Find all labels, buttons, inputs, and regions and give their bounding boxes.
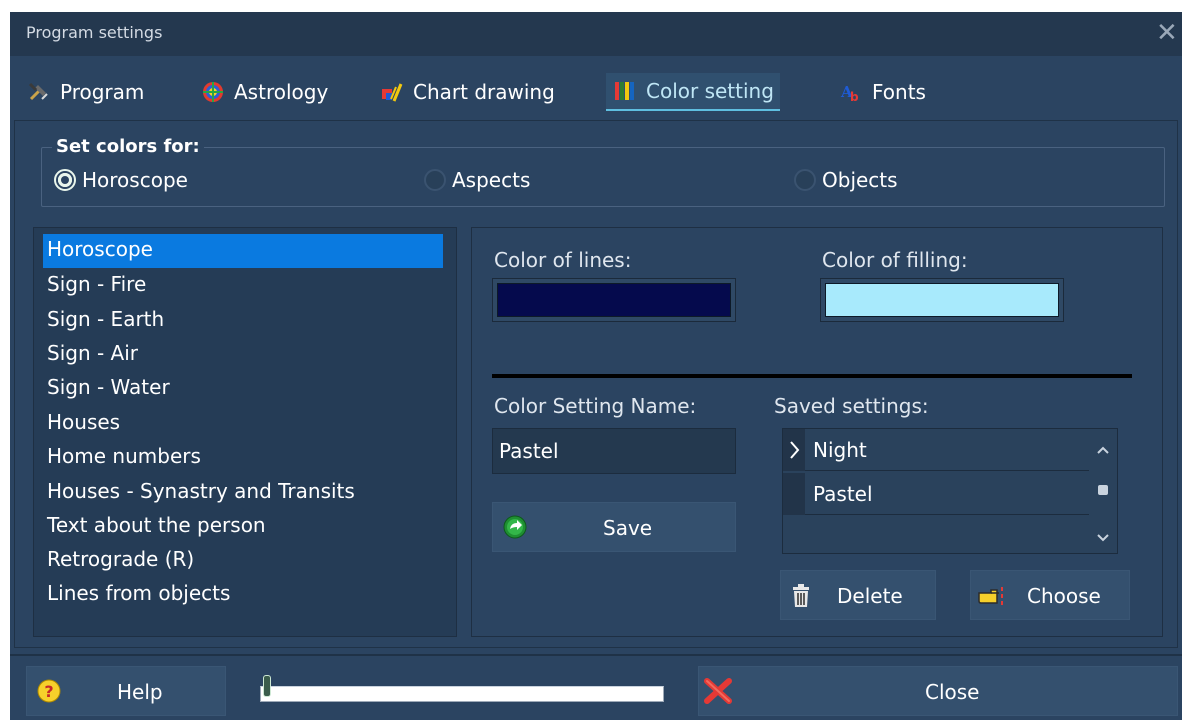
saved-settings-grid[interactable]: Night Pastel (782, 428, 1118, 554)
scroll-down-icon[interactable] (1095, 529, 1111, 548)
program-settings-window: Program settings ✕ Program Astrology Cha… (10, 12, 1182, 720)
list-item[interactable]: Horoscope (43, 234, 443, 268)
radio-horoscope[interactable]: Horoscope (54, 168, 188, 192)
delete-label: Delete (837, 584, 903, 608)
pointing-hand-icon (977, 585, 1007, 612)
color-detail-panel: Color of lines: Color of filling: Color … (471, 227, 1163, 637)
radio-indicator (54, 169, 76, 191)
tab-astrology[interactable]: Astrology (202, 73, 328, 111)
tab-color-setting[interactable]: Color setting (606, 73, 780, 111)
tab-fonts[interactable]: Ab Fonts (840, 73, 926, 111)
title-bar: Program settings ✕ (10, 12, 1182, 56)
zodiac-wheel-icon (202, 81, 224, 103)
saved-settings-scrollbar[interactable] (1089, 429, 1117, 553)
svg-text:b: b (850, 90, 859, 103)
saved-row[interactable]: Pastel (783, 473, 1089, 515)
tab-label: Program (60, 80, 145, 104)
color-of-filling-label: Color of filling: (822, 248, 968, 272)
tab-label: Fonts (872, 80, 926, 104)
radio-aspects[interactable]: Aspects (424, 168, 530, 192)
close-button[interactable]: Close (698, 666, 1178, 716)
footer-bar: ? Help Close (10, 654, 1182, 720)
paint-icon (381, 81, 403, 103)
saved-row-name: Pastel (813, 482, 873, 506)
tab-program[interactable]: Program (28, 73, 144, 111)
close-label: Close (925, 680, 980, 704)
color-of-filling-picker[interactable] (820, 278, 1064, 322)
help-label: Help (117, 680, 163, 704)
color-of-lines-picker[interactable] (492, 278, 736, 322)
help-button[interactable]: ? Help (26, 666, 226, 716)
save-button[interactable]: Save (492, 502, 736, 552)
delete-button[interactable]: Delete (780, 570, 936, 620)
radio-label: Objects (822, 168, 898, 192)
list-item[interactable]: Retrograde (R) (43, 544, 443, 578)
saved-row-name: Night (813, 438, 867, 462)
scroll-thumb[interactable] (1098, 485, 1108, 495)
current-row-indicator (783, 429, 805, 471)
list-item[interactable]: Sign - Water (43, 372, 443, 406)
list-item[interactable]: Houses (43, 407, 443, 441)
saved-row[interactable]: Night (783, 429, 1089, 471)
color-setting-page: Set colors for: Horoscope Aspects Object… (14, 120, 1178, 648)
trash-icon (791, 584, 811, 613)
choose-button[interactable]: Choose (970, 570, 1130, 620)
list-item[interactable]: Sign - Fire (43, 269, 443, 303)
set-colors-group: Set colors for: Horoscope Aspects Object… (41, 136, 1165, 207)
list-item[interactable]: Sign - Air (43, 338, 443, 372)
list-item[interactable]: Sign - Earth (43, 304, 443, 338)
progress-bar (260, 675, 664, 702)
tab-chart-drawing[interactable]: Chart drawing (381, 73, 555, 111)
divider (492, 374, 1132, 378)
radio-label: Aspects (452, 168, 531, 192)
svg-text:?: ? (44, 682, 53, 701)
list-item[interactable]: Home numbers (43, 441, 443, 475)
fonts-icon: Ab (840, 81, 862, 104)
list-item[interactable]: Text about the person (43, 510, 443, 544)
close-icon[interactable]: ✕ (1156, 18, 1182, 48)
scroll-up-icon[interactable] (1095, 441, 1111, 460)
tab-label: Astrology (234, 80, 329, 104)
setting-name-label: Color Setting Name: (494, 394, 697, 418)
color-bars-icon (614, 80, 636, 102)
choose-label: Choose (1027, 584, 1101, 608)
row-indicator (783, 473, 805, 515)
color-of-lines-label: Color of lines: (494, 248, 632, 272)
color-of-lines-swatch (497, 283, 731, 317)
window-title: Program settings (26, 23, 163, 42)
list-item[interactable]: Houses - Synastry and Transits (43, 476, 443, 510)
radio-indicator (424, 169, 446, 191)
setting-name-input[interactable]: Pastel (492, 428, 736, 474)
saved-settings-label: Saved settings: (774, 394, 929, 418)
group-legend: Set colors for: (52, 136, 204, 157)
radio-label: Horoscope (82, 168, 188, 192)
tab-bar: Program Astrology Chart drawing Color se… (10, 64, 1182, 116)
radio-indicator (794, 169, 816, 191)
close-x-icon (703, 677, 733, 710)
color-of-filling-swatch (825, 283, 1059, 317)
tab-label: Chart drawing (413, 80, 555, 104)
save-arrow-icon (503, 515, 527, 539)
help-icon: ? (37, 679, 61, 708)
progress-indicator (263, 675, 271, 697)
tools-icon (28, 81, 50, 103)
save-label: Save (603, 516, 653, 540)
list-item[interactable]: Lines from objects (43, 578, 443, 612)
radio-objects[interactable]: Objects (794, 168, 898, 192)
tab-label: Color setting (646, 79, 774, 103)
element-list[interactable]: Horoscope Sign - Fire Sign - Earth Sign … (33, 227, 457, 637)
